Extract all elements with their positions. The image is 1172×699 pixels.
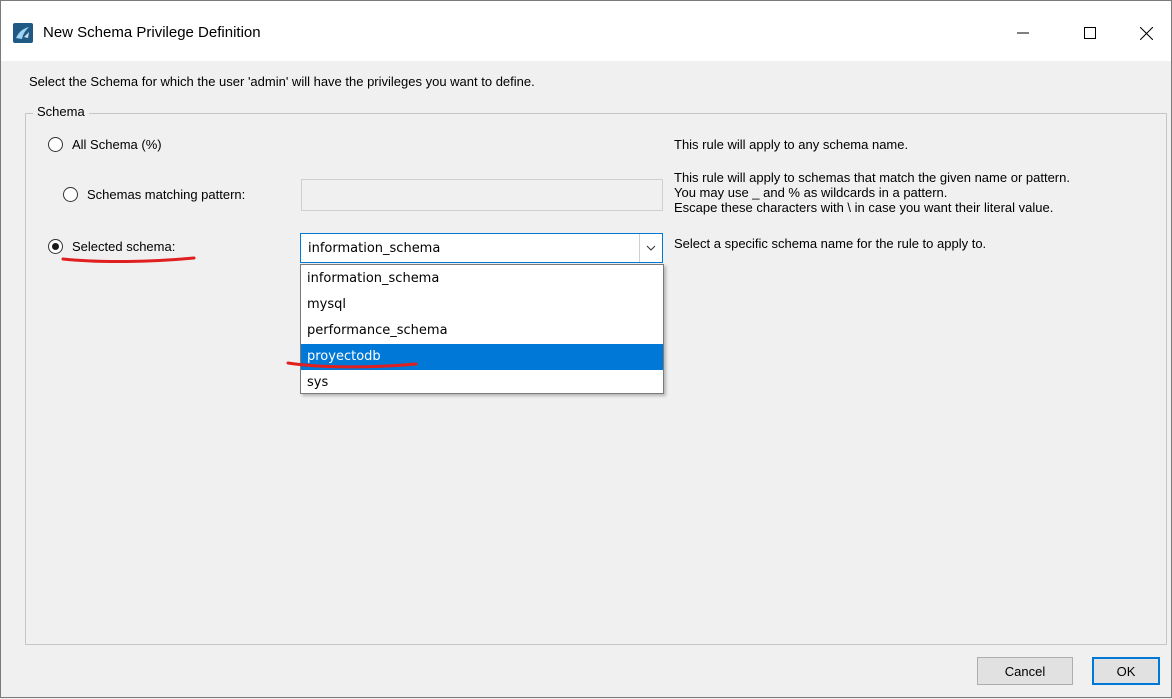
schema-select-dropdown-button[interactable] (639, 234, 662, 262)
all-schema-label: All Schema (%) (72, 137, 162, 152)
pattern-radio[interactable] (63, 187, 78, 202)
dropdown-item-proyectodb[interactable]: proyectodb (301, 344, 663, 370)
selected-schema-radio[interactable] (48, 239, 63, 254)
pattern-description: This rule will apply to schemas that mat… (674, 170, 1070, 215)
dropdown-item-sys[interactable]: sys (301, 370, 663, 396)
cancel-button[interactable]: Cancel (977, 657, 1073, 685)
ok-button[interactable]: OK (1092, 657, 1160, 685)
minimize-icon (1017, 32, 1029, 34)
window-title: New Schema Privilege Definition (43, 24, 261, 41)
selected-schema-label: Selected schema: (72, 239, 176, 254)
schema-group-label: Schema (33, 104, 89, 119)
instruction-text: Select the Schema for which the user 'ad… (29, 74, 535, 89)
maximize-icon (1084, 27, 1096, 39)
mysql-workbench-icon (13, 23, 33, 43)
schema-select-value: information_schema (308, 241, 441, 256)
dialog-window: New Schema Privilege Definition Select t… (0, 0, 1172, 698)
schema-pattern-input[interactable] (301, 179, 663, 211)
chevron-down-icon (646, 245, 656, 251)
all-schema-radio[interactable] (48, 137, 63, 152)
maximize-button[interactable] (1067, 11, 1113, 55)
close-icon (1139, 26, 1153, 40)
selected-schema-radio-option[interactable]: Selected schema: (48, 239, 175, 254)
title-bar[interactable]: New Schema Privilege Definition (1, 1, 1171, 61)
schema-select-combobox[interactable]: information_schema (300, 233, 663, 263)
selected-schema-description: Select a specific schema name for the ru… (674, 236, 987, 251)
all-schema-description: This rule will apply to any schema name. (674, 137, 909, 152)
schema-dropdown-list[interactable]: information_schema mysql performance_sch… (300, 264, 664, 394)
dropdown-item-mysql[interactable]: mysql (301, 292, 663, 318)
pattern-radio-option[interactable]: Schemas matching pattern: (63, 187, 245, 202)
dropdown-item-information-schema[interactable]: information_schema (301, 266, 663, 292)
close-button[interactable] (1123, 11, 1169, 55)
all-schema-radio-option[interactable]: All Schema (%) (48, 137, 162, 152)
minimize-button[interactable] (1000, 11, 1046, 55)
dropdown-item-performance-schema[interactable]: performance_schema (301, 318, 663, 344)
pattern-label: Schemas matching pattern: (87, 187, 246, 202)
